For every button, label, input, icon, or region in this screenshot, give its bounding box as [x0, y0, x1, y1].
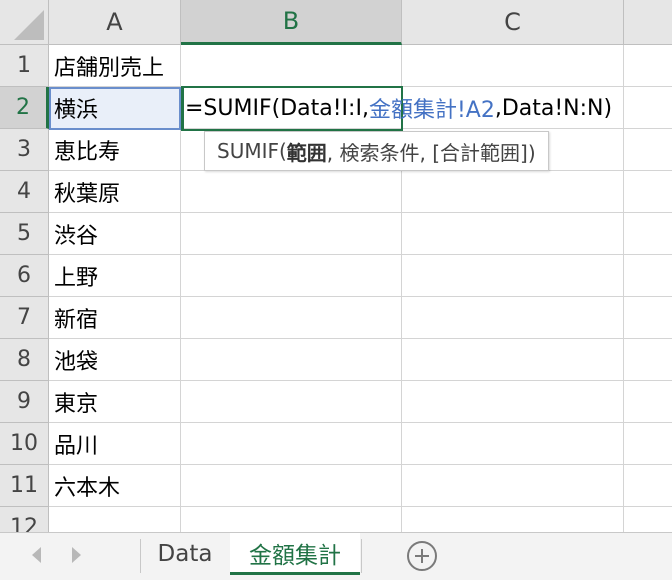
cell-a8[interactable]: 池袋: [54, 339, 98, 381]
cell-a9[interactable]: 東京: [54, 381, 98, 423]
row-header-9[interactable]: 9: [0, 381, 49, 423]
cell-a6[interactable]: 上野: [54, 255, 98, 297]
column-header-a[interactable]: A: [49, 0, 181, 45]
tab-divider: [361, 539, 362, 573]
tab-kingaku-shukei[interactable]: 金額集計: [230, 533, 360, 575]
formula-suffix: ,Data!N:N): [494, 95, 613, 121]
column-header-c[interactable]: C: [402, 0, 624, 45]
tooltip-remaining-arguments: , 検索条件, [合計範囲]): [326, 140, 536, 165]
gridline: [49, 506, 672, 507]
row-header-11[interactable]: 11: [0, 465, 49, 507]
gridline: [49, 296, 672, 297]
tab-data[interactable]: Data: [141, 533, 229, 575]
cell-a10[interactable]: 品川: [54, 423, 98, 465]
cell-a1[interactable]: 店舗別売上: [54, 45, 164, 87]
row-header-4[interactable]: 4: [0, 171, 49, 213]
row-header-1[interactable]: 1: [0, 45, 49, 87]
cell-a11[interactable]: 六本木: [54, 465, 120, 507]
gridline: [49, 380, 672, 381]
cell-a7[interactable]: 新宿: [54, 297, 98, 339]
function-argument-tooltip: SUMIF(範囲, 検索条件, [合計範囲]): [204, 131, 549, 171]
row-header-10[interactable]: 10: [0, 423, 49, 465]
tooltip-function[interactable]: SUMIF(: [217, 139, 287, 163]
formula-reference: 金額集計!A2: [368, 98, 495, 123]
select-all-icon: [14, 10, 44, 40]
add-sheet-icon[interactable]: [407, 541, 437, 571]
cell-a5[interactable]: 渋谷: [54, 213, 98, 255]
row-header-3[interactable]: 3: [0, 129, 49, 171]
cell-a4[interactable]: 秋葉原: [54, 171, 120, 213]
cell-b2-formula-editor[interactable]: =SUMIF(Data!I:I, 金額集計!A2 ,Data!N:N): [185, 87, 612, 129]
gridline: [49, 338, 672, 339]
tooltip-current-argument[interactable]: 範囲: [287, 137, 327, 166]
select-all-button[interactable]: [0, 0, 49, 45]
gridline: [49, 254, 672, 255]
row-header-8[interactable]: 8: [0, 339, 49, 381]
sheet-tab-bar: Data 金額集計: [0, 532, 672, 580]
gridline: [49, 422, 672, 423]
row-header-2[interactable]: 2: [0, 87, 49, 129]
scroll-left-icon[interactable]: [32, 547, 41, 563]
cell-a2[interactable]: 横浜: [54, 87, 98, 129]
column-header-b[interactable]: B: [181, 0, 402, 45]
spreadsheet-grid: A B C 1 2 3 4 5 6 7 8 9 10 11 12 店舗別売上 横…: [0, 0, 672, 532]
scroll-right-icon[interactable]: [72, 547, 81, 563]
formula-prefix: =SUMIF(Data!I:I,: [185, 95, 369, 121]
row-header-7[interactable]: 7: [0, 297, 49, 339]
cell-a3[interactable]: 恵比寿: [54, 129, 120, 171]
row-header-12[interactable]: 12: [0, 507, 49, 532]
column-header-d[interactable]: [624, 0, 672, 45]
row-header-5[interactable]: 5: [0, 213, 49, 255]
gridline: [49, 464, 672, 465]
gridline: [49, 212, 672, 213]
gridline: [623, 45, 624, 532]
row-header-6[interactable]: 6: [0, 255, 49, 297]
